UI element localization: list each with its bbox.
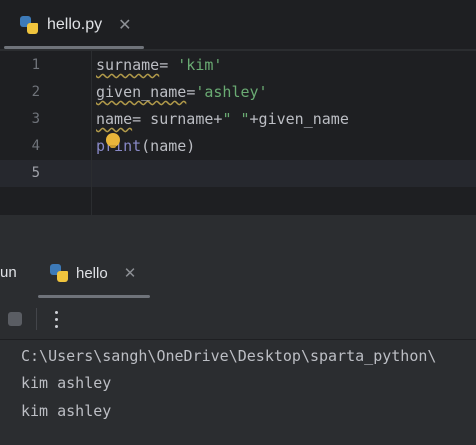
line-number: 3: [31, 111, 40, 127]
code-var: surname: [96, 56, 160, 74]
code-rest: (name): [141, 137, 196, 155]
tab-label: hello.py: [47, 15, 103, 33]
console-line: C:\Users\sangh\OneDrive\Desktop\sparta_p…: [21, 347, 437, 365]
code-line[interactable]: name= surname+" "+given_name: [96, 110, 349, 128]
line-number: 2: [31, 84, 40, 100]
console-line: kim ashley: [21, 374, 112, 392]
code-editor[interactable]: 1 2 3 4 5 surname= 'kim' given_name='ash…: [0, 51, 476, 215]
code-string: 'ashley': [195, 83, 268, 101]
close-icon[interactable]: ✕: [124, 264, 137, 282]
tab-hello-run[interactable]: hello ✕: [38, 248, 150, 298]
close-icon[interactable]: ✕: [118, 15, 131, 35]
line-number: 1: [31, 57, 40, 73]
console-output[interactable]: C:\Users\sangh\OneDrive\Desktop\sparta_p…: [0, 341, 476, 445]
code-op: =: [159, 56, 178, 74]
code-rest: +given_name: [249, 110, 349, 128]
active-tab-indicator: [4, 46, 144, 49]
code-op: =: [186, 83, 196, 101]
line-number-gutter: 1 2 3 4 5: [0, 51, 92, 215]
stop-button[interactable]: [8, 312, 22, 326]
python-file-icon: [20, 15, 38, 34]
console-line: kim ashley: [21, 402, 112, 420]
code-line[interactable]: surname= 'kim': [96, 56, 222, 74]
code-var: name: [96, 110, 133, 128]
run-tab-bar: un hello ✕: [0, 248, 476, 298]
run-window-title: un: [0, 264, 17, 281]
line-number: 4: [31, 138, 40, 154]
code-var: given_name: [96, 83, 187, 101]
panel-splitter[interactable]: [0, 215, 476, 248]
code-op: = surname+: [132, 110, 223, 128]
python-run-icon: [50, 264, 68, 282]
lightbulb-icon[interactable]: [106, 133, 120, 148]
tab-label: hello: [76, 264, 108, 282]
code-string: " ": [222, 110, 250, 128]
run-toolbar: [0, 298, 476, 340]
code-line[interactable]: given_name='ashley': [96, 83, 268, 101]
code-string: 'kim': [177, 56, 223, 74]
more-options-icon[interactable]: [48, 308, 64, 330]
tab-hello-py[interactable]: hello.py ✕: [8, 0, 144, 49]
toolbar-divider: [36, 308, 37, 330]
editor-tab-bar: hello.py ✕: [0, 0, 476, 50]
line-number: 5: [31, 165, 40, 181]
